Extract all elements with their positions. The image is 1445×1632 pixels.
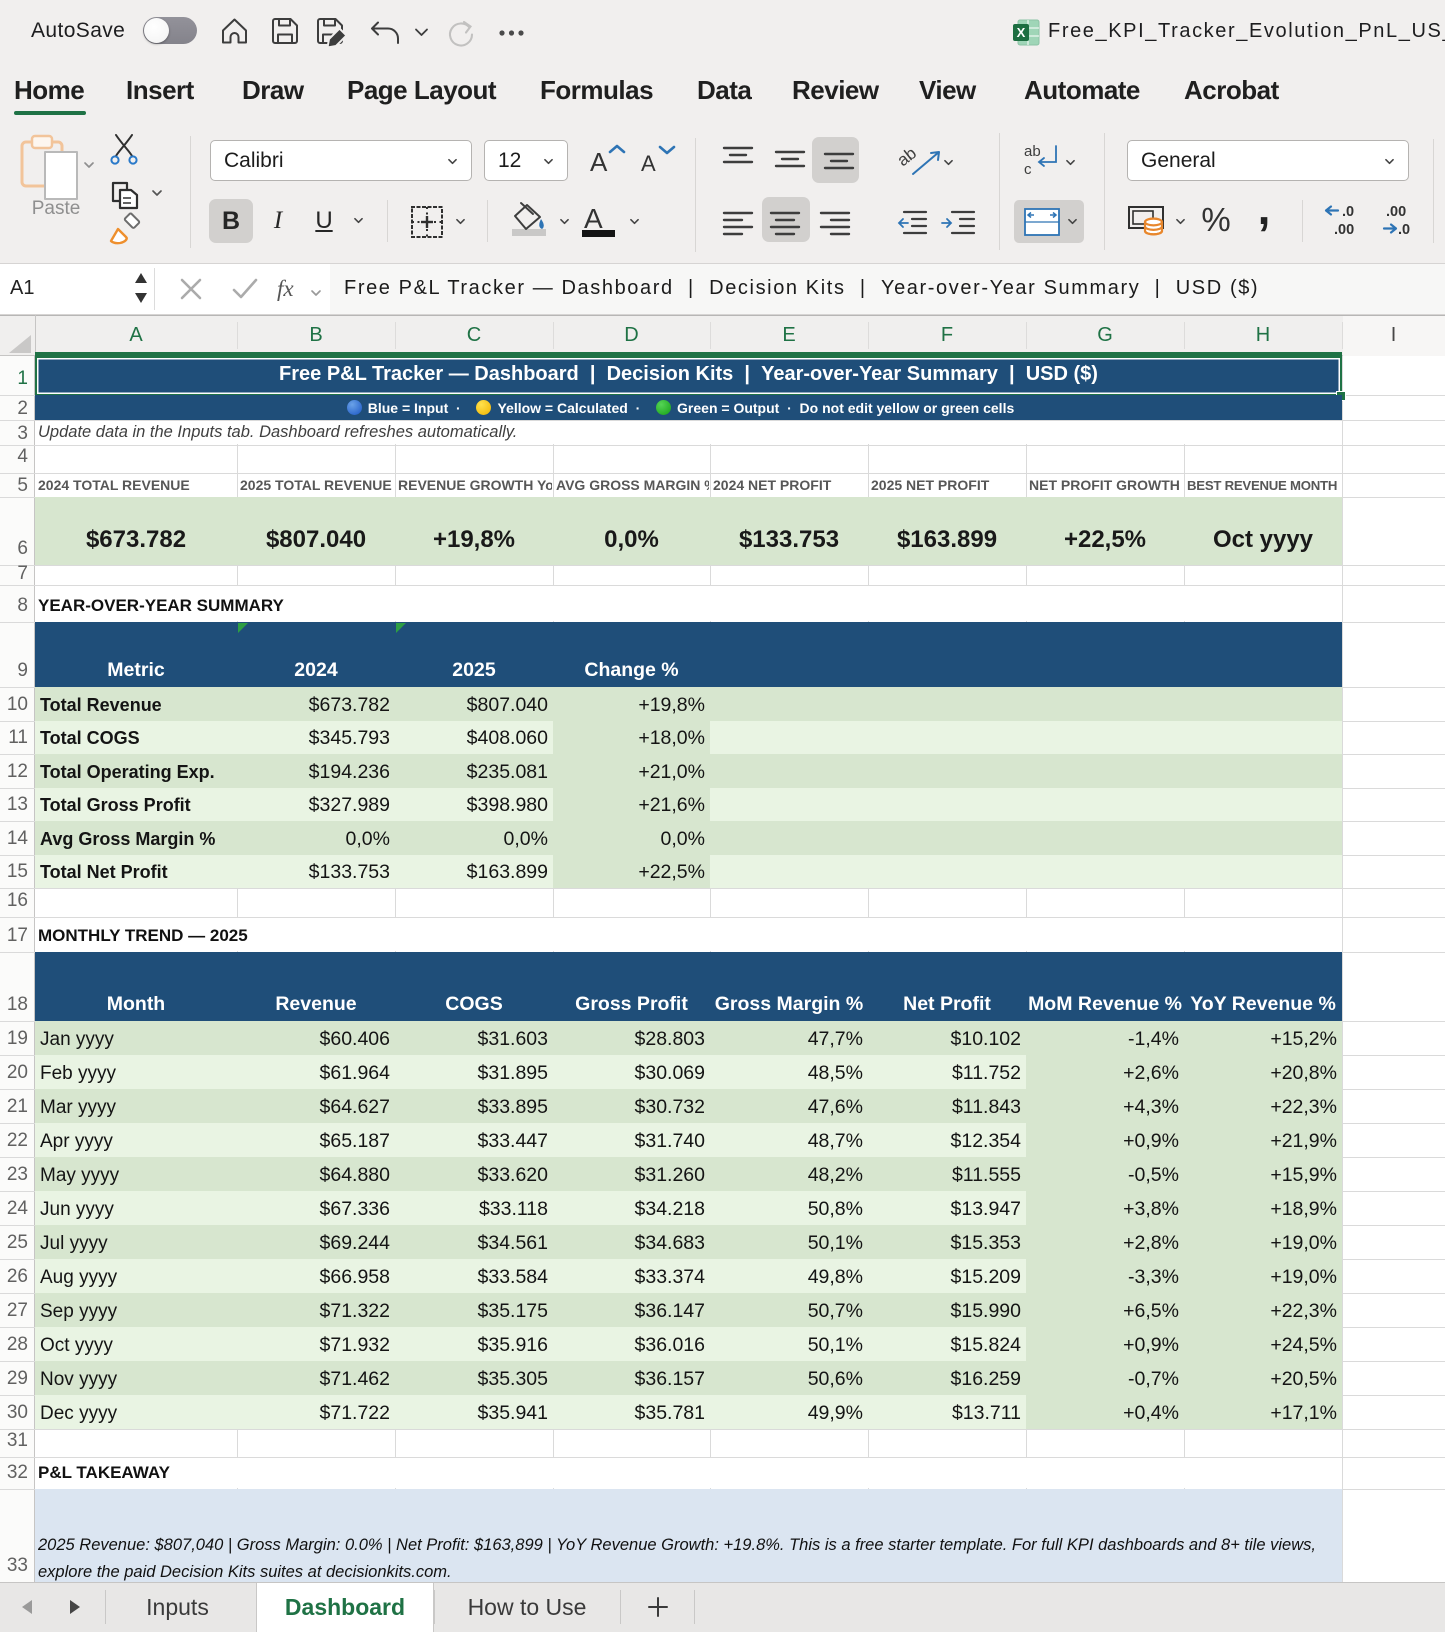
svg-text:.00: .00 [1334,222,1354,238]
svg-text:X: X [1017,25,1026,40]
svg-text:A: A [641,151,656,176]
svg-text:.0: .0 [1398,222,1410,238]
svg-text:A: A [584,203,603,234]
svg-text:.00: .00 [1386,204,1406,220]
svg-text:ab: ab [1024,143,1041,160]
svg-text:.0: .0 [1342,204,1354,220]
svg-text:c: c [1024,161,1032,178]
svg-text:A: A [590,147,608,177]
